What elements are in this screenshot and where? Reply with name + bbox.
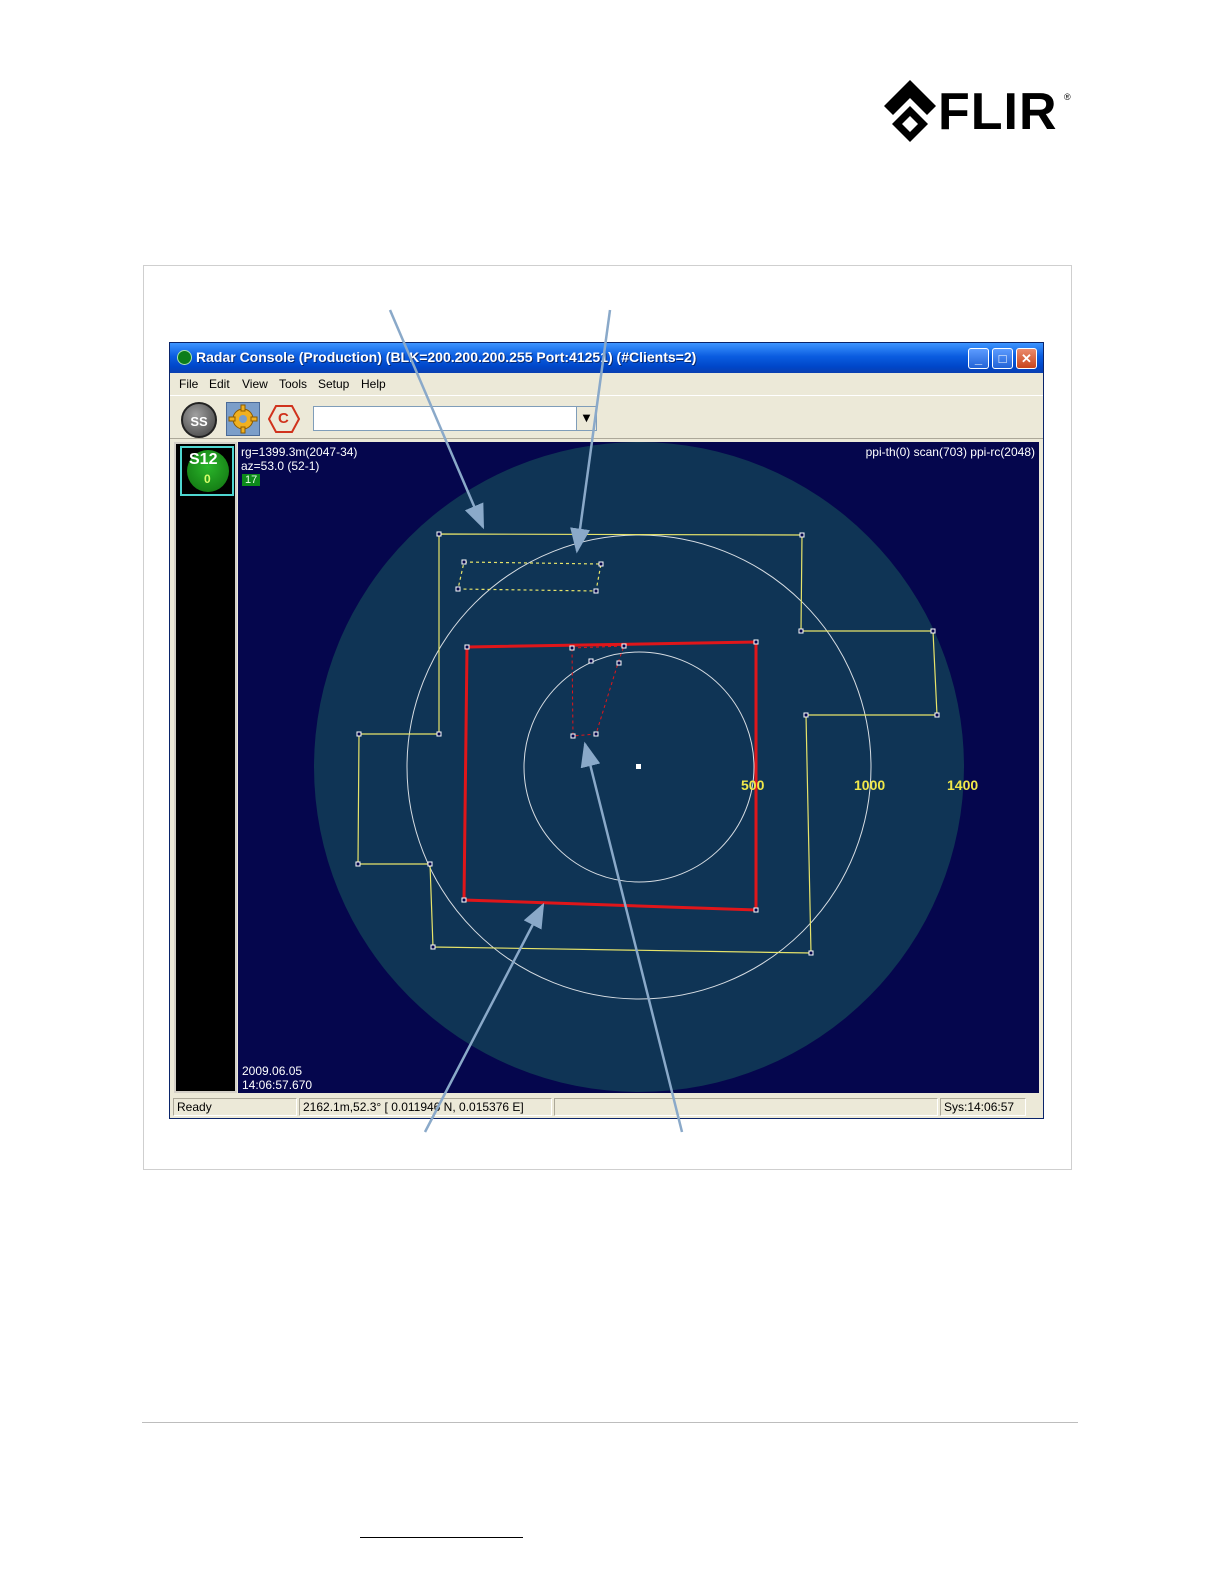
annotation-arrow-dashed-zone (570, 309, 612, 554)
annotation-arrows (388, 309, 684, 1133)
annotation-arrow-red-dashed-zone (580, 741, 684, 1133)
annotation-arrow-yellow-zone (388, 309, 485, 530)
annotation-arrow-red-zone (423, 902, 545, 1133)
footer-underline (360, 1537, 523, 1538)
footer-divider (142, 1422, 1078, 1423)
